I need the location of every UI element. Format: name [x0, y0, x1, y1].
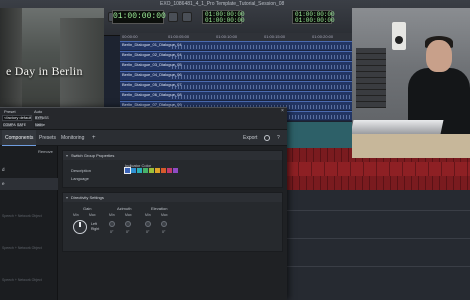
elevation-min-knob[interactable]	[145, 221, 151, 227]
ruler-mark: 01:00:15:00	[264, 34, 286, 39]
list-item[interactable]: d	[0, 164, 58, 176]
color-swatch[interactable]	[173, 168, 178, 173]
color-swatch[interactable]	[167, 168, 172, 173]
timeline-ruler[interactable]: 00:00:00 01:00:05:00 01:00:10:00 01:00:1…	[120, 33, 352, 41]
audio-clip[interactable]: Berlin_Dialogue_06_Dialogue_08	[120, 91, 352, 100]
audio-clip[interactable]: Berlin_Dialogue_03_Dialogue_05	[120, 61, 352, 70]
bypass-button[interactable]: BYPASS	[34, 115, 49, 121]
panel-title[interactable]: Switch Group Properties	[63, 151, 282, 160]
plugin-dialog: Preset Auto <factory default> BYPASS COM…	[0, 107, 287, 300]
max-label: Max	[125, 213, 132, 217]
sub-counter-b: 01:00:00:00 01:00:00:00	[292, 10, 335, 24]
studio-rack	[356, 48, 386, 108]
language-label: Language	[71, 176, 89, 181]
counter-end: 01:00:00:00	[295, 17, 335, 24]
color-swatch[interactable]	[143, 168, 148, 173]
component-list: Remove d e Speech + Network Object Speec…	[0, 146, 58, 300]
ruler-mark: 01:00:05:00	[168, 34, 190, 39]
panel-title[interactable]: Directivity Settings	[63, 193, 282, 202]
desk	[352, 134, 470, 158]
color-swatch[interactable]	[137, 168, 142, 173]
preset-field[interactable]: <factory default>	[2, 115, 32, 121]
color-swatch[interactable]	[149, 168, 154, 173]
list-item[interactable]: Speech + Network Object	[0, 210, 58, 222]
audio-clip[interactable]: Berlin_Dialogue_04_Dialogue_06	[120, 71, 352, 80]
elevation-max-knob[interactable]	[161, 221, 167, 227]
min-label: Min	[73, 213, 79, 217]
azimuth-min-knob[interactable]	[109, 221, 115, 227]
gain-label: Gain	[83, 206, 92, 211]
presenter-head	[426, 40, 452, 72]
safe-button[interactable]: SAFE	[16, 122, 26, 128]
native-button[interactable]: Native	[34, 122, 45, 128]
list-item[interactable]: e	[0, 178, 58, 190]
list-item[interactable]: Speech + Network Object	[0, 242, 58, 254]
audio-clip[interactable]: Berlin_Dialogue_01_Dialogue_04	[120, 41, 352, 50]
knob-value: 0°	[110, 230, 114, 234]
compare-button[interactable]: COMPARE	[2, 122, 20, 128]
gain-left-label: Left	[91, 222, 97, 226]
tab-monitoring[interactable]: Monitoring	[58, 130, 87, 146]
color-swatch[interactable]	[161, 168, 166, 173]
export-button[interactable]: Export	[243, 130, 257, 146]
preset-label: Preset	[4, 109, 16, 114]
window-title: EXO_1086481_4_1_Pro Template_Tutorial_Se…	[160, 1, 285, 7]
max-label: Max	[161, 213, 168, 217]
video-caption: e Day in Berlin	[6, 64, 83, 78]
video-window-street: e Day in Berlin	[0, 8, 104, 108]
remove-button[interactable]: Remove	[38, 149, 53, 154]
video-window-studio	[352, 8, 470, 158]
tab-presets[interactable]: Presets	[36, 130, 59, 146]
description-label: Description	[71, 168, 92, 173]
close-icon[interactable]: ×	[281, 109, 286, 114]
min-label: Min	[145, 213, 151, 217]
directivity-panel: Directivity Settings Gain Azimuth Elevat…	[62, 192, 283, 252]
gear-icon[interactable]	[264, 135, 270, 141]
audio-clip[interactable]: Berlin_Dialogue_02_Dialogue_04	[120, 51, 352, 60]
auto-label: Auto	[34, 109, 43, 114]
keyboard	[352, 120, 444, 134]
knob-value: 0°	[162, 230, 166, 234]
audio-clip[interactable]: Berlin_Dialogue_05_Dialogue_07	[120, 81, 352, 90]
color-swatch[interactable]	[131, 168, 136, 173]
max-label: Max	[89, 213, 96, 217]
azimuth-label: Azimuth	[117, 206, 132, 211]
min-label: Min	[109, 213, 115, 217]
ruler-mark: 01:00:20:00	[312, 34, 334, 39]
knob-value: 0°	[146, 230, 150, 234]
transport-button[interactable]	[182, 12, 192, 22]
transport-button[interactable]	[168, 12, 178, 22]
elevation-label: Elevation	[151, 206, 168, 211]
list-item[interactable]: Speech + Network Object	[0, 274, 58, 286]
gain-right-label: Right	[91, 227, 100, 231]
gain-knob[interactable]	[73, 220, 87, 234]
color-swatch[interactable]	[124, 167, 131, 174]
color-swatch[interactable]	[155, 168, 160, 173]
help-icon[interactable]: ?	[277, 130, 280, 146]
azimuth-max-knob[interactable]	[125, 221, 131, 227]
tab-bar: Components Presets Monitoring + Export ?	[0, 130, 287, 146]
ruler-mark: 00:00:00	[122, 34, 138, 39]
switch-group-panel: Switch Group Properties Description Lang…	[62, 150, 283, 188]
plugin-header: Preset Auto <factory default> BYPASS COM…	[0, 108, 287, 130]
studio-speaker	[392, 22, 406, 50]
sub-counter-a: 01:00:00:00 01:00:00:00	[202, 10, 245, 24]
add-tab-button[interactable]: +	[92, 130, 96, 146]
main-counter[interactable]: 01:00:00:00	[112, 10, 166, 24]
properties-content: Switch Group Properties Description Lang…	[58, 146, 287, 300]
empty-tracks[interactable]	[286, 190, 470, 300]
tab-components[interactable]: Components	[2, 130, 37, 146]
screen: EXO_1086481_4_1_Pro Template_Tutorial_Se…	[0, 0, 470, 300]
ruler-mark: 01:00:10:00	[216, 34, 238, 39]
counter-end: 01:00:00:00	[205, 17, 245, 24]
knob-value: 0°	[126, 230, 130, 234]
